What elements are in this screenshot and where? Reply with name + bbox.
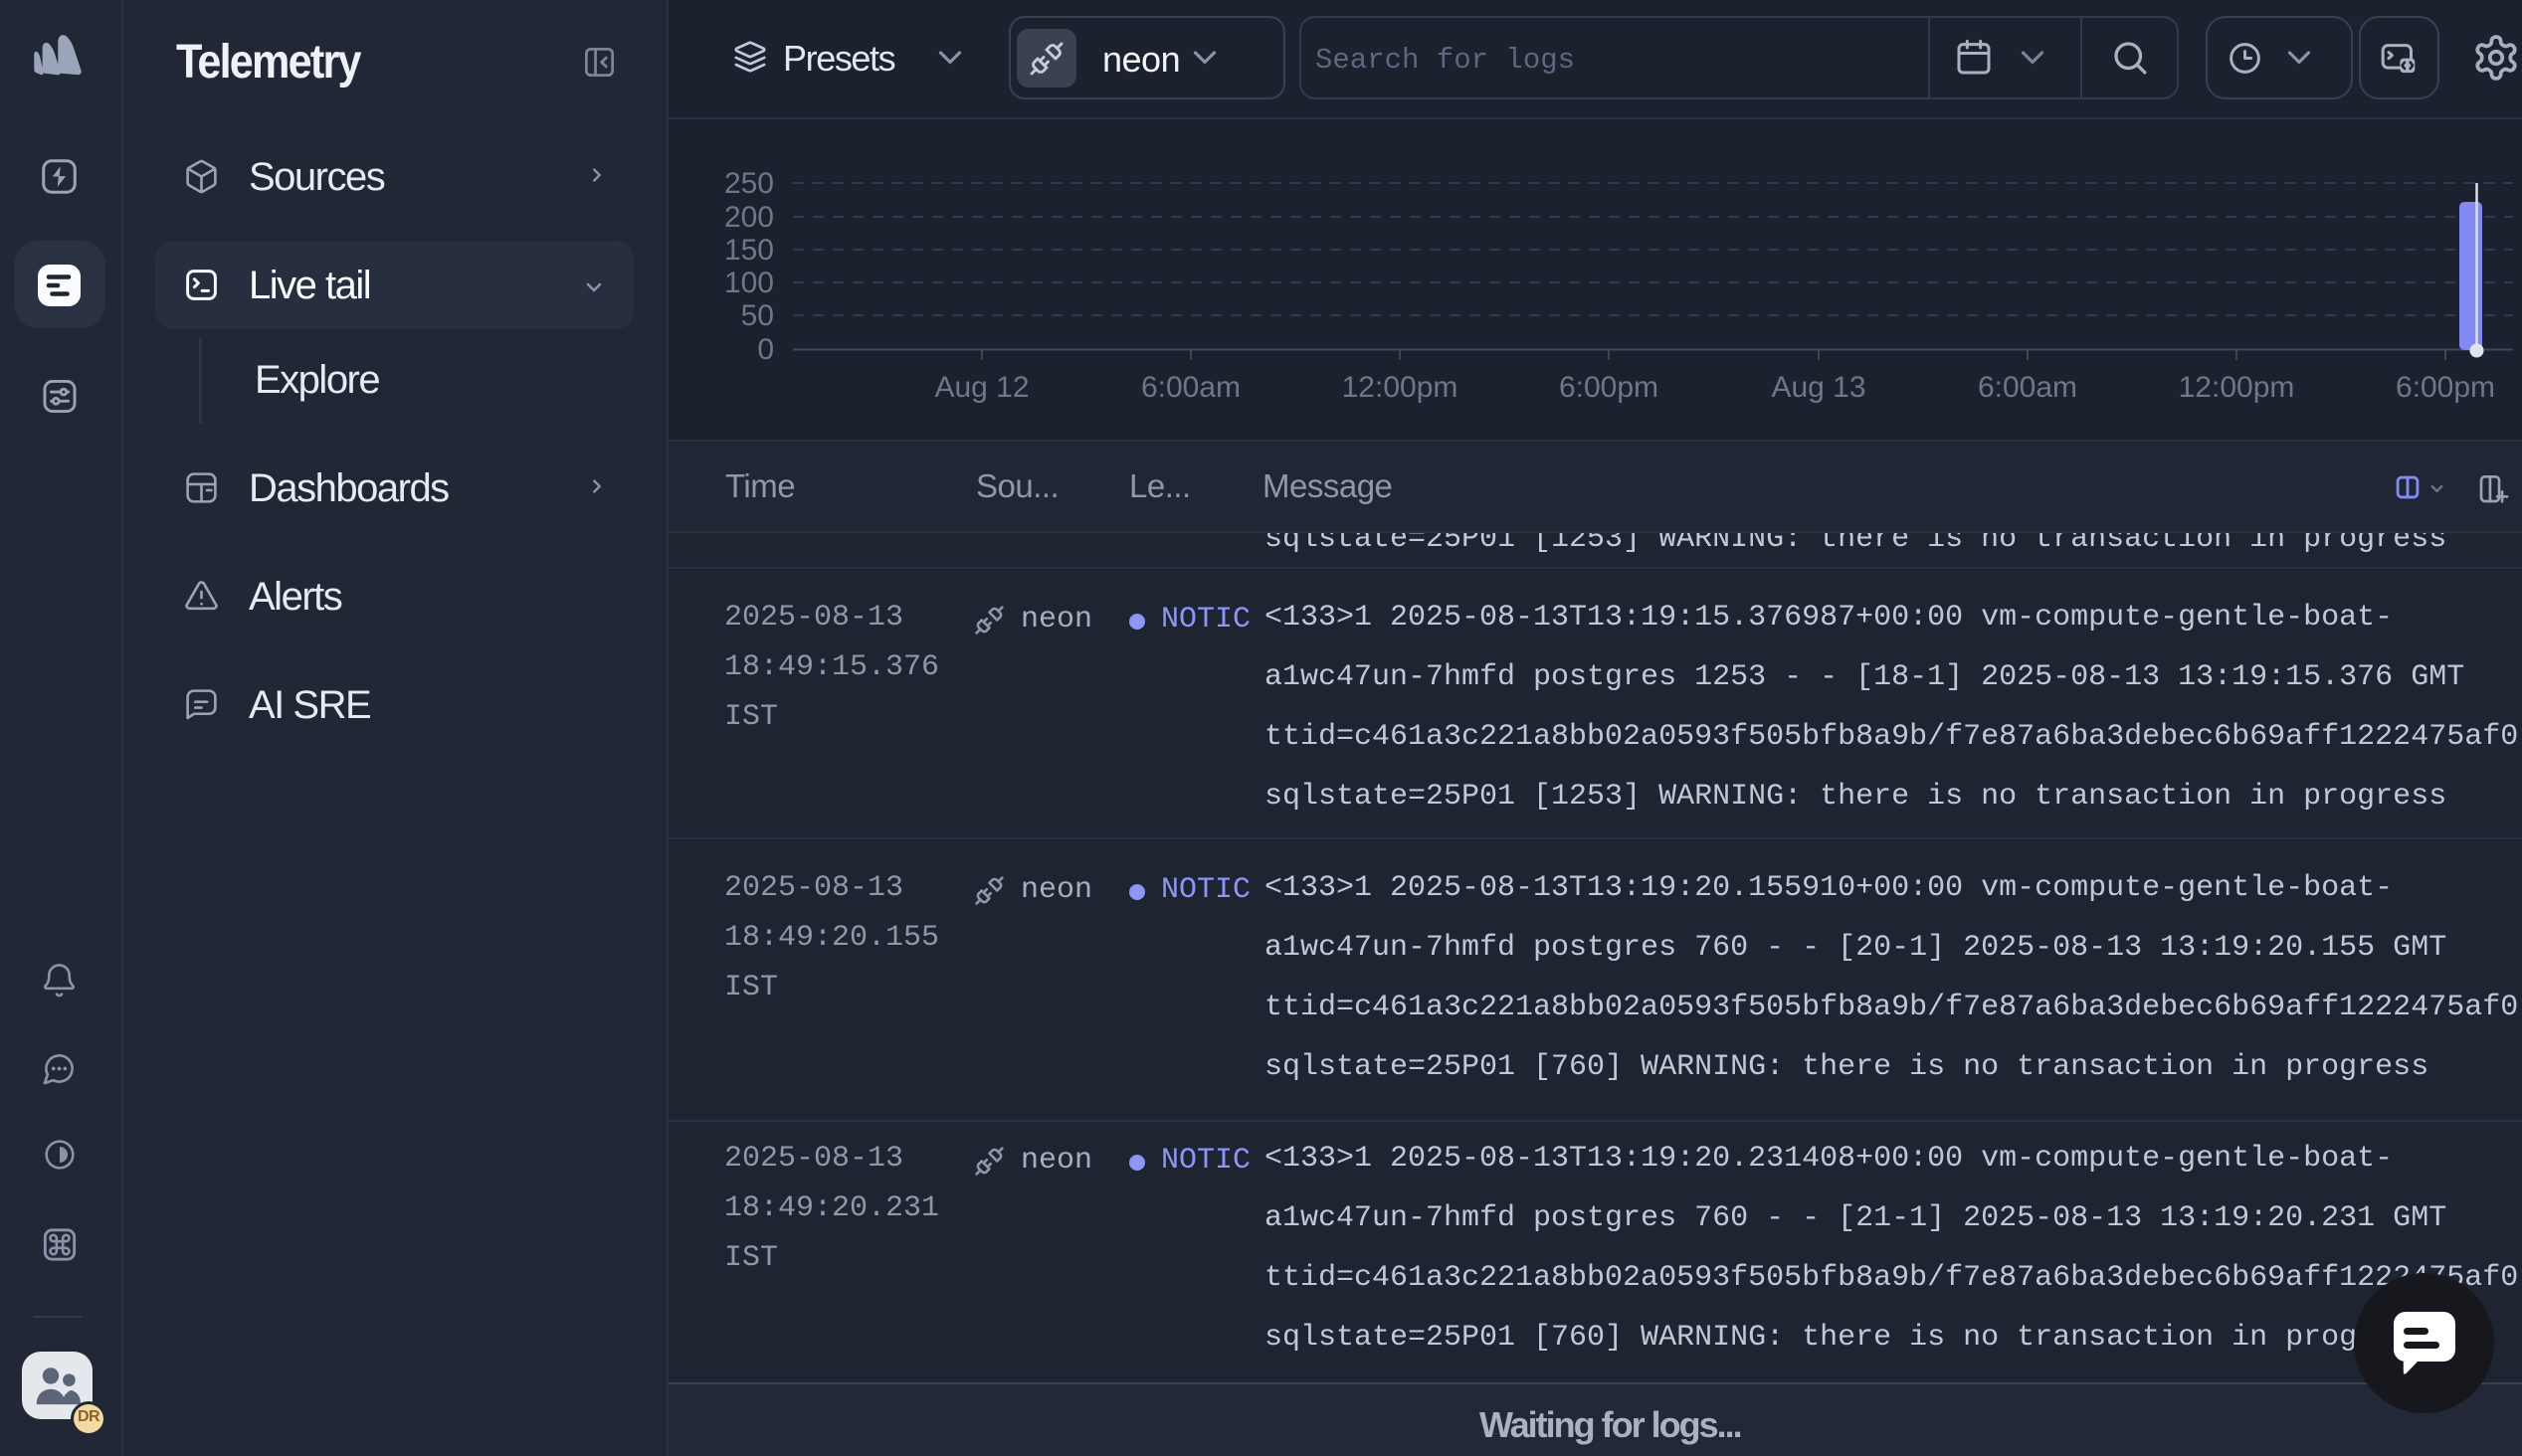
svg-text:12:00pm: 12:00pm xyxy=(1342,371,1458,404)
svg-text:50: 50 xyxy=(741,299,774,332)
svg-text:Aug 13: Aug 13 xyxy=(1771,371,1865,404)
svg-text:6:00pm: 6:00pm xyxy=(1559,371,1658,404)
svg-text:6:00am: 6:00am xyxy=(1978,371,2077,404)
svg-text:150: 150 xyxy=(724,234,774,267)
svg-text:100: 100 xyxy=(724,267,774,299)
svg-text:0: 0 xyxy=(757,333,774,366)
svg-text:Aug 12: Aug 12 xyxy=(934,371,1029,404)
svg-text:250: 250 xyxy=(724,167,774,200)
svg-text:6:00pm: 6:00pm xyxy=(2396,371,2495,404)
svg-text:200: 200 xyxy=(724,201,774,234)
svg-text:12:00pm: 12:00pm xyxy=(2179,371,2295,404)
svg-text:6:00am: 6:00am xyxy=(1141,371,1241,404)
